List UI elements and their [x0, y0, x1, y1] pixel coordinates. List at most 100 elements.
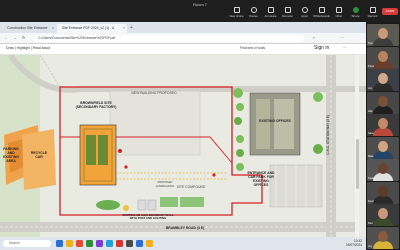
meeting-tool-button[interactable]: Record: [364, 7, 381, 21]
participant-name: Kwame: [368, 177, 377, 180]
back-arrow-icon[interactable]: ←: [4, 35, 8, 40]
participant-avatar: [378, 140, 388, 152]
star-icon[interactable]: ☆: [312, 35, 316, 40]
taskbar-app-icon[interactable]: [106, 240, 113, 247]
taskbar-app-icon[interactable]: [86, 240, 93, 247]
taskbar-app-icon[interactable]: [76, 240, 83, 247]
leave-button[interactable]: Leave: [382, 8, 398, 15]
find-tools[interactable]: Find text or tools: [240, 46, 265, 50]
meeting-tool-button[interactable]: Share: [347, 7, 364, 21]
chat-icon: [335, 7, 342, 13]
participant-body: [373, 150, 393, 159]
browser-tab-active[interactable]: Site Entrance PDF 2024_v2 (1) - A ×: [57, 24, 127, 33]
taskbar-apps: [56, 240, 153, 247]
address-bar: ← → ↻ C:/Users/Documents/Site%20Entrance…: [0, 33, 366, 44]
participant-body: [373, 38, 393, 46]
participant-tile[interactable]: Priya: [367, 46, 399, 69]
participant-tile[interactable]: Joy: [367, 226, 399, 249]
share-icon: [233, 7, 240, 13]
participant-name: Ade: [368, 109, 373, 113]
participant-avatar: [378, 163, 388, 174]
meeting-tool-button[interactable]: Whiteboards: [313, 7, 330, 21]
taskbar-app-icon[interactable]: [126, 240, 133, 247]
participant-avatar: [378, 28, 388, 39]
fence-label: EXISTING 2M HIGH BOUNDARY WALL WITH POST…: [122, 213, 174, 220]
meeting-tool-label: Pause: [249, 14, 258, 18]
participant-avatar: [378, 73, 388, 84]
refresh-icon[interactable]: ↻: [22, 35, 25, 40]
taskbar-app-icon[interactable]: [136, 240, 143, 247]
participant-tile[interactable]: Ade: [367, 91, 399, 114]
close-icon[interactable]: ×: [123, 24, 125, 33]
meeting-tool-label: Apps: [301, 14, 308, 18]
meeting-tool-button[interactable]: Chat: [330, 7, 347, 21]
taskbar-app-icon[interactable]: [66, 240, 73, 247]
meeting-tool-label: Annotate: [264, 14, 277, 18]
pdf-tools[interactable]: Draw | Highlight | Read aloud: [6, 46, 50, 50]
participant-body: [373, 218, 393, 226]
meeting-tool-button[interactable]: Apps: [296, 7, 313, 21]
taskbar-app-icon[interactable]: [146, 240, 153, 247]
zoom-meeting-window: Room 7 New share Pause Annotate Remote Apps W…: [0, 0, 400, 250]
meeting-tool-button[interactable]: Pause: [245, 7, 262, 21]
site-plan-drawing: [0, 55, 366, 237]
pen-icon: [267, 7, 274, 13]
share-screen-icon: [352, 7, 359, 13]
participant-avatar: [378, 50, 388, 62]
browser-tab-bar: Construction Site Entrance × Site Entran…: [0, 22, 366, 33]
participant-name: Femi: [368, 199, 374, 203]
pause-icon: [250, 7, 257, 13]
participant-body: [373, 83, 393, 91]
meeting-tool-label: Share: [351, 14, 360, 18]
participant-name: Joy: [368, 244, 373, 248]
participant-name: Dan: [368, 222, 373, 225]
forward-arrow-icon[interactable]: →: [13, 35, 17, 40]
taskbar-search[interactable]: Search: [3, 240, 51, 247]
meeting-tool-button[interactable]: Remote: [279, 7, 296, 21]
scrollbar[interactable]: [355, 55, 359, 237]
participant-body: [373, 240, 393, 249]
participant-avatar: [378, 208, 388, 219]
meeting-tool-label: Whiteboards: [313, 14, 330, 18]
system-tray[interactable]: 10:42 05/07/2024: [346, 239, 362, 247]
taskbar-app-icon[interactable]: [96, 240, 103, 247]
whiteboard-icon: [318, 7, 325, 13]
taskbar-app-icon[interactable]: [56, 240, 63, 247]
participant-tile[interactable]: Dan: [367, 204, 399, 226]
pdf-toolbar: Draw | Highlight | Read aloud Find text …: [0, 44, 366, 55]
clock-date: 05/07/2024: [346, 243, 362, 247]
new-tab-button[interactable]: +: [130, 24, 133, 33]
participant-avatar: [378, 230, 388, 242]
sign-in-link[interactable]: Sign in: [314, 45, 329, 51]
more-icon[interactable]: ⋯: [340, 35, 344, 40]
meeting-tool-button[interactable]: New share: [228, 7, 245, 21]
close-icon[interactable]: ×: [52, 24, 54, 33]
url-input[interactable]: C:/Users/Documents/Site%20Entrance%20PDF…: [34, 35, 304, 42]
record-icon: [369, 7, 376, 13]
participant-body: [373, 60, 393, 69]
meeting-tool-button[interactable]: Annotate: [262, 7, 279, 21]
landscape-label: PROPOSED LANDSCAPING: [155, 181, 175, 188]
apps-icon: [301, 7, 308, 13]
tab-label: Construction Site Entrance: [7, 26, 48, 30]
participant-tile[interactable]: Kwame: [367, 159, 399, 181]
windows-taskbar: Search 10:42 05/07/2024: [0, 237, 366, 250]
meeting-tools: New share Pause Annotate Remote Apps Whiteboa…: [228, 7, 381, 21]
participant-tile[interactable]: Sara: [367, 114, 399, 136]
participant-tile[interactable]: Mike: [367, 136, 399, 159]
remote-icon: [284, 7, 291, 13]
scrollbar-thumb[interactable]: [355, 139, 359, 189]
participant-tile[interactable]: Jon: [367, 69, 399, 91]
pdf-viewer[interactable]: BROWNFIELD SITE (SECONDARY FACTORY) PARK…: [0, 55, 366, 237]
taskbar-app-icon[interactable]: [116, 240, 123, 247]
participant-name: Jon: [368, 87, 373, 90]
participant-name: Priya: [368, 64, 374, 68]
meeting-tool-label: New share: [229, 14, 244, 18]
browser-tab[interactable]: Construction Site Entrance ×: [2, 24, 56, 33]
station-way-label: C.R.C. STATION WAY (3 E): [326, 115, 330, 155]
participant-tile[interactable]: Femi: [367, 181, 399, 204]
participant-name: Mike: [368, 154, 374, 158]
more-icon[interactable]: ⋯: [343, 46, 346, 50]
participant-tile[interactable]: Tom: [367, 24, 399, 46]
participant-name: Sara: [368, 132, 374, 135]
